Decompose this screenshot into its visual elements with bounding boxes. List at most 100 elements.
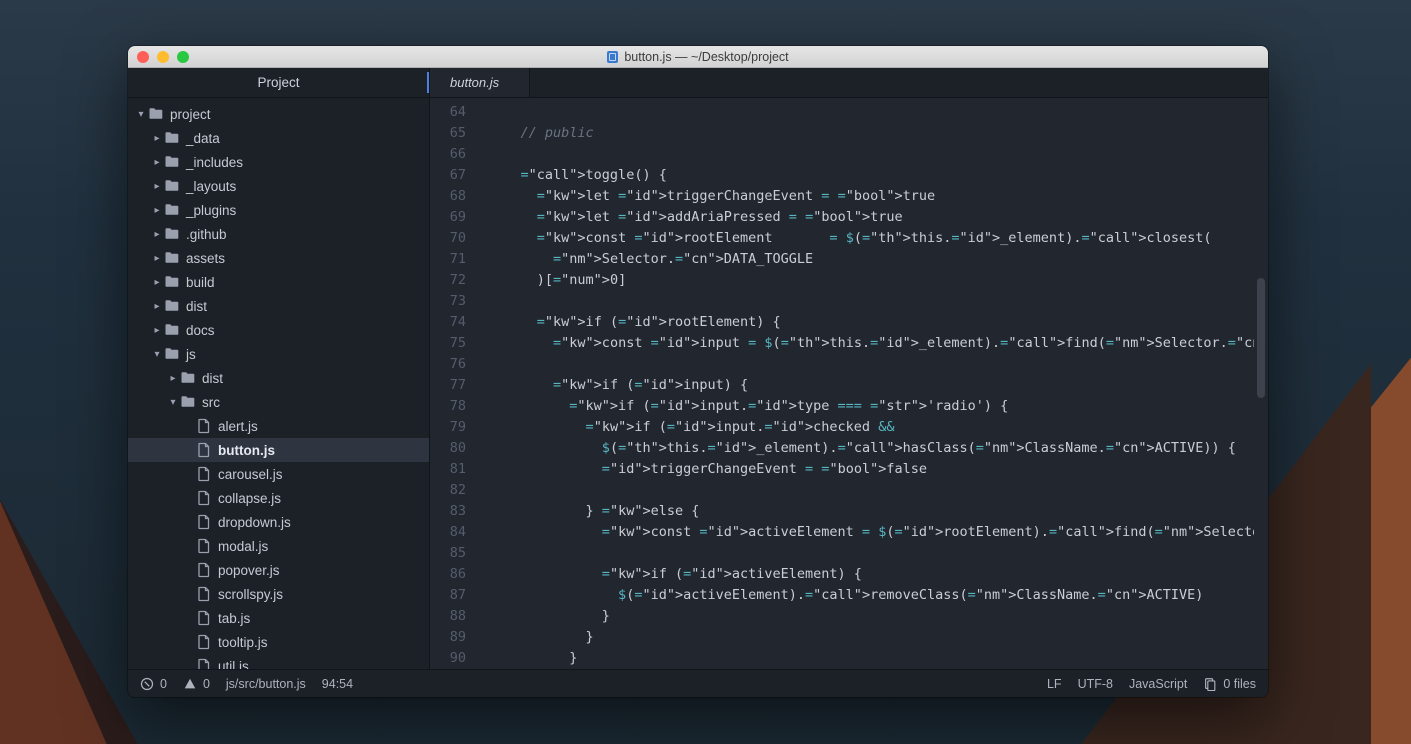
- editor-scrollbar[interactable]: [1254, 98, 1268, 669]
- tree-file[interactable]: alert.js: [128, 414, 429, 438]
- tree-item-label: build: [186, 275, 215, 290]
- warning-icon: [183, 677, 197, 691]
- tree-item-label: assets: [186, 251, 225, 266]
- code-content[interactable]: // public ="call">toggle() { ="kw">let =…: [474, 98, 1254, 669]
- tree-item-label: docs: [186, 323, 215, 338]
- file-icon: [196, 658, 212, 669]
- tree-item-label: popover.js: [218, 563, 280, 578]
- tree-item-label: dropdown.js: [218, 515, 291, 530]
- editor-window: button.js — ~/Desktop/project Project ▾ p…: [128, 46, 1268, 697]
- folder-icon: [180, 394, 196, 410]
- file-icon: [196, 490, 212, 506]
- files-icon: [1203, 677, 1217, 691]
- file-icon: [196, 634, 212, 650]
- tree-folder[interactable]: ▸ _data: [128, 126, 429, 150]
- chevron-right-icon[interactable]: ▸: [152, 181, 162, 192]
- chevron-right-icon[interactable]: ▸: [168, 373, 178, 384]
- tree-folder[interactable]: ▸ _plugins: [128, 198, 429, 222]
- tree-folder[interactable]: ▾ js: [128, 342, 429, 366]
- tree-item-label: dist: [202, 371, 223, 386]
- window-title: button.js — ~/Desktop/project: [128, 50, 1268, 64]
- tree-folder[interactable]: ▾ project: [128, 102, 429, 126]
- tab-button-js[interactable]: button.js: [430, 68, 530, 97]
- tree-item-label: _plugins: [186, 203, 236, 218]
- tab-strip: button.js: [430, 68, 1268, 98]
- status-path[interactable]: js/src/button.js: [226, 677, 306, 691]
- tree-folder[interactable]: ▸ dist: [128, 294, 429, 318]
- chevron-down-icon[interactable]: ▾: [152, 349, 162, 360]
- tree-file[interactable]: popover.js: [128, 558, 429, 582]
- tree-item-label: tooltip.js: [218, 635, 268, 650]
- tree-file[interactable]: modal.js: [128, 534, 429, 558]
- tree-folder[interactable]: ▾ src: [128, 390, 429, 414]
- status-errors[interactable]: 0: [140, 677, 167, 691]
- status-files[interactable]: 0 files: [1203, 677, 1256, 691]
- chevron-down-icon[interactable]: ▾: [168, 397, 178, 408]
- chevron-down-icon[interactable]: ▾: [136, 109, 146, 120]
- tree-item-label: tab.js: [218, 611, 250, 626]
- file-icon: [607, 51, 618, 63]
- sidebar-panel-tab[interactable]: Project: [128, 68, 429, 98]
- chevron-right-icon[interactable]: ▸: [152, 205, 162, 216]
- chevron-right-icon[interactable]: ▸: [152, 301, 162, 312]
- tree-item-label: modal.js: [218, 539, 268, 554]
- status-warnings[interactable]: 0: [183, 677, 210, 691]
- chevron-right-icon[interactable]: ▸: [152, 277, 162, 288]
- status-bar: 0 0 js/src/button.js 94:54 LF UTF-8 Java…: [128, 669, 1268, 697]
- chevron-right-icon[interactable]: ▸: [152, 133, 162, 144]
- file-icon: [196, 418, 212, 434]
- folder-icon: [164, 130, 180, 146]
- folder-icon: [164, 322, 180, 338]
- tree-item-label: button.js: [218, 443, 275, 458]
- tree-folder[interactable]: ▸ _includes: [128, 150, 429, 174]
- tree-item-label: js: [186, 347, 196, 362]
- folder-icon: [148, 106, 164, 122]
- tree-file[interactable]: tab.js: [128, 606, 429, 630]
- tree-file[interactable]: tooltip.js: [128, 630, 429, 654]
- tree-item-label: src: [202, 395, 220, 410]
- tree-item-label: _includes: [186, 155, 243, 170]
- chevron-right-icon[interactable]: ▸: [152, 229, 162, 240]
- status-cursor[interactable]: 94:54: [322, 677, 353, 691]
- tree-folder[interactable]: ▸ assets: [128, 246, 429, 270]
- folder-icon: [164, 178, 180, 194]
- folder-icon: [164, 154, 180, 170]
- tree-file[interactable]: dropdown.js: [128, 510, 429, 534]
- file-icon: [196, 466, 212, 482]
- window-titlebar[interactable]: button.js — ~/Desktop/project: [128, 46, 1268, 68]
- tree-item-label: carousel.js: [218, 467, 283, 482]
- folder-icon: [164, 226, 180, 242]
- status-eol[interactable]: LF: [1047, 677, 1062, 691]
- tree-item-label: _data: [186, 131, 220, 146]
- chevron-right-icon[interactable]: ▸: [152, 253, 162, 264]
- code-editor[interactable]: 64 65 66 67 68 69 70 71 72 73 74 75 76 7…: [430, 98, 1268, 669]
- status-encoding[interactable]: UTF-8: [1078, 677, 1113, 691]
- line-gutter: 64 65 66 67 68 69 70 71 72 73 74 75 76 7…: [430, 98, 474, 669]
- tree-file[interactable]: carousel.js: [128, 462, 429, 486]
- tree-folder[interactable]: ▸.github: [128, 222, 429, 246]
- tree-folder[interactable]: ▸ docs: [128, 318, 429, 342]
- tree-folder[interactable]: ▸ build: [128, 270, 429, 294]
- file-icon: [196, 514, 212, 530]
- tree-folder[interactable]: ▸ dist: [128, 366, 429, 390]
- tree-item-label: collapse.js: [218, 491, 281, 506]
- tree-folder[interactable]: ▸ _layouts: [128, 174, 429, 198]
- file-icon: [196, 610, 212, 626]
- chevron-right-icon[interactable]: ▸: [152, 157, 162, 168]
- tree-file[interactable]: scrollspy.js: [128, 582, 429, 606]
- file-tree[interactable]: ▾ project ▸ _data ▸ _includes ▸ _layouts ▸ _plugi…: [128, 98, 429, 669]
- file-icon: [196, 586, 212, 602]
- status-language[interactable]: JavaScript: [1129, 677, 1187, 691]
- folder-icon: [164, 202, 180, 218]
- tree-item-label: project: [170, 107, 211, 122]
- tree-item-label: alert.js: [218, 419, 258, 434]
- tree-item-label: dist: [186, 299, 207, 314]
- tree-item-label: _layouts: [186, 179, 236, 194]
- tree-file[interactable]: collapse.js: [128, 486, 429, 510]
- chevron-right-icon[interactable]: ▸: [152, 325, 162, 336]
- tree-item-label: scrollspy.js: [218, 587, 283, 602]
- folder-icon: [164, 274, 180, 290]
- folder-icon: [164, 250, 180, 266]
- tree-file[interactable]: button.js: [128, 438, 429, 462]
- tree-file[interactable]: util.js: [128, 654, 429, 669]
